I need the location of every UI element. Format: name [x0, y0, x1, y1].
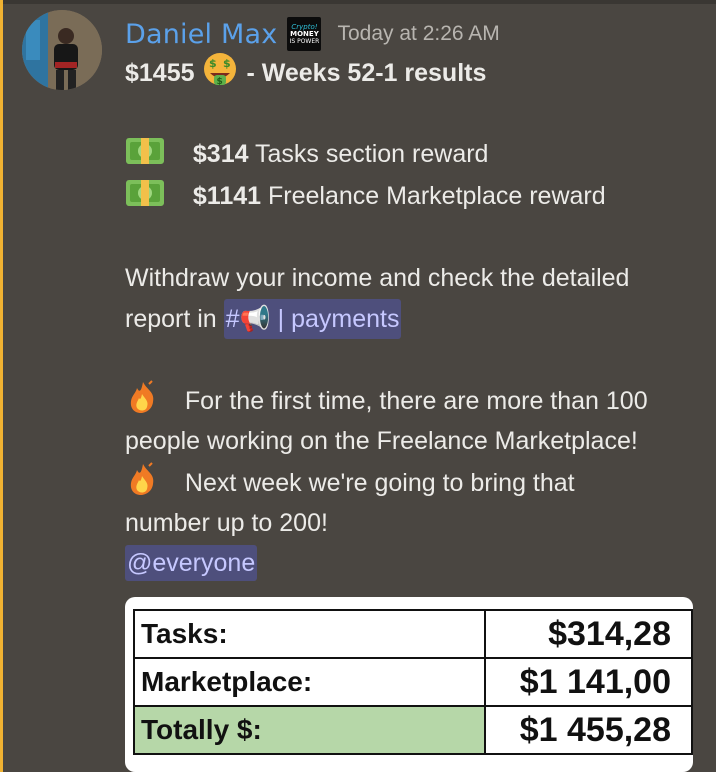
row-value: $1 141,00: [483, 657, 693, 707]
dollar-banknote-emoji: [125, 135, 165, 179]
table-row-total: Totally $: $1 455,28: [133, 705, 693, 755]
withdraw-text-line1: Withdraw your income and check the detai…: [125, 264, 630, 292]
reward-label: Freelance Marketplace reward: [261, 182, 606, 210]
dollar-banknote-emoji: [125, 177, 165, 221]
username[interactable]: Daniel Max: [125, 19, 277, 50]
svg-text:$: $: [209, 57, 217, 70]
reward-label: Tasks section reward: [248, 140, 489, 168]
row-value: $1 455,28: [483, 705, 693, 755]
svg-text:$: $: [223, 57, 231, 70]
fire-line-2: people working on the Freelance Marketpl…: [125, 427, 638, 455]
mention-line: @everyone: [125, 543, 258, 583]
message-header: Daniel Max Crypto! MONEY IS POWER Today …: [125, 14, 500, 54]
title-amount: $1455: [125, 59, 195, 87]
fire-emoji: [125, 462, 161, 508]
payments-channel-link[interactable]: #📢 | payments: [223, 299, 402, 339]
fire-line-3: Next week we're going to bring that: [125, 462, 575, 508]
everyone-mention[interactable]: @everyone: [125, 545, 258, 581]
row-label: Tasks:: [133, 609, 486, 659]
fire-emoji: [125, 380, 161, 426]
message-title: $1455 $ $ $ - Weeks 52-1 results: [125, 52, 486, 98]
results-image-attachment[interactable]: Tasks: $314,28 Marketplace: $1 141,00 To…: [125, 597, 693, 772]
table-row: Tasks: $314,28: [133, 609, 693, 659]
row-label: Totally $:: [133, 705, 486, 755]
withdraw-text-line2: report in #📢 | payments: [125, 299, 402, 339]
title-text: - Weeks 52-1 results: [246, 59, 487, 87]
money-mouth-face-emoji: $ $ $: [201, 52, 239, 98]
reward-line-tasks: $314 Tasks section reward: [125, 134, 488, 179]
row-label: Marketplace:: [133, 657, 486, 707]
withdraw-prefix: report in: [125, 305, 224, 333]
avatar[interactable]: [22, 10, 102, 90]
reward-amount: $314: [192, 140, 249, 168]
crypto-money-badge-icon[interactable]: Crypto! MONEY IS POWER: [287, 17, 322, 51]
fire-line-1: For the first time, there are more than …: [125, 380, 648, 426]
top-divider: [0, 0, 716, 4]
mention-highlight-bar: [0, 0, 3, 772]
timestamp[interactable]: Today at 2:26 AM: [337, 22, 499, 46]
table-row: Marketplace: $1 141,00: [133, 657, 693, 707]
results-table: Tasks: $314,28 Marketplace: $1 141,00 To…: [133, 609, 693, 755]
reward-line-marketplace: $1141 Freelance Marketplace reward: [125, 176, 606, 221]
row-value: $314,28: [483, 609, 693, 659]
fire-line-4: number up to 200!: [125, 509, 328, 537]
svg-text:$: $: [217, 77, 223, 86]
reward-amount: $1141: [192, 182, 262, 210]
